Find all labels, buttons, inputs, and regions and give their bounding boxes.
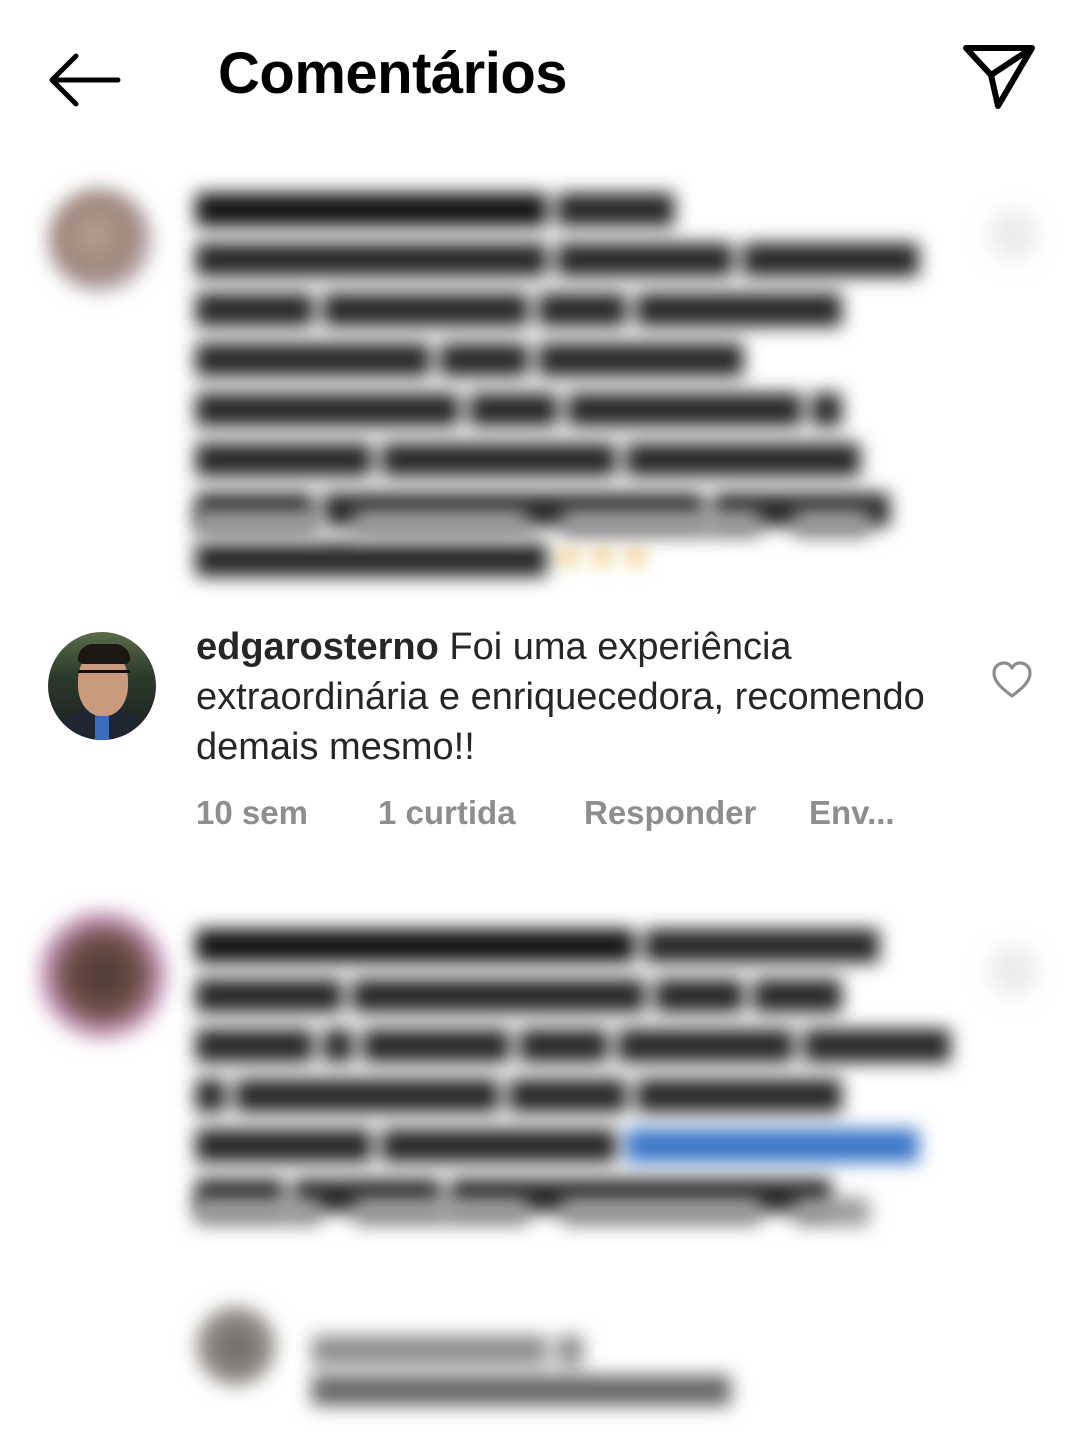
back-button[interactable] [44,48,124,110]
avatar[interactable] [48,632,156,740]
like-button[interactable] [990,660,1034,700]
like-button[interactable] [988,946,1038,996]
blurred-comment-meta: ▆▆▆▆▆ ▆▆▆▆▆▆▆ ▆▆▆▆▆▆▆▆ ▆▆▆ [196,1189,869,1225]
comment-likes-link[interactable]: 1 curtida [378,794,516,832]
comment-username[interactable]: edgarosterno [196,626,439,668]
reply-input[interactable]: ▆▆▆▆▆▆▆▆▆ ▆ ▆▆▆▆▆▆▆▆▆▆▆▆▆▆▆▆ [312,1326,972,1406]
avatar [196,1306,276,1386]
avatar[interactable] [48,188,152,292]
send-link[interactable]: Env... [809,794,895,832]
comment-body: edgarosterno Foi uma experiência extraor… [196,622,956,772]
reply-button[interactable]: Responder [584,794,756,832]
comment-time: 10 sem [196,794,308,831]
like-button[interactable] [988,210,1038,260]
avatar[interactable] [38,910,168,1040]
blurred-comment: ▆▆▆▆▆▆▆▆▆▆▆▆▆▆▆ ▆▆▆▆▆▆▆▆ ▆▆▆▆▆ ▆▆▆▆▆▆▆▆▆… [196,920,951,1212]
blurred-comment-meta: ▆▆▆▆▆ ▆▆▆▆▆▆▆ ▆▆▆▆▆▆▆▆ ▆▆▆ [196,501,869,537]
share-button[interactable] [960,38,1040,114]
paper-plane-icon [963,45,1035,109]
heart-icon [992,661,1032,698]
page-title: Comentários [218,41,568,106]
header-bar: Comentários [0,0,1080,150]
arrow-left-icon [49,53,121,107]
